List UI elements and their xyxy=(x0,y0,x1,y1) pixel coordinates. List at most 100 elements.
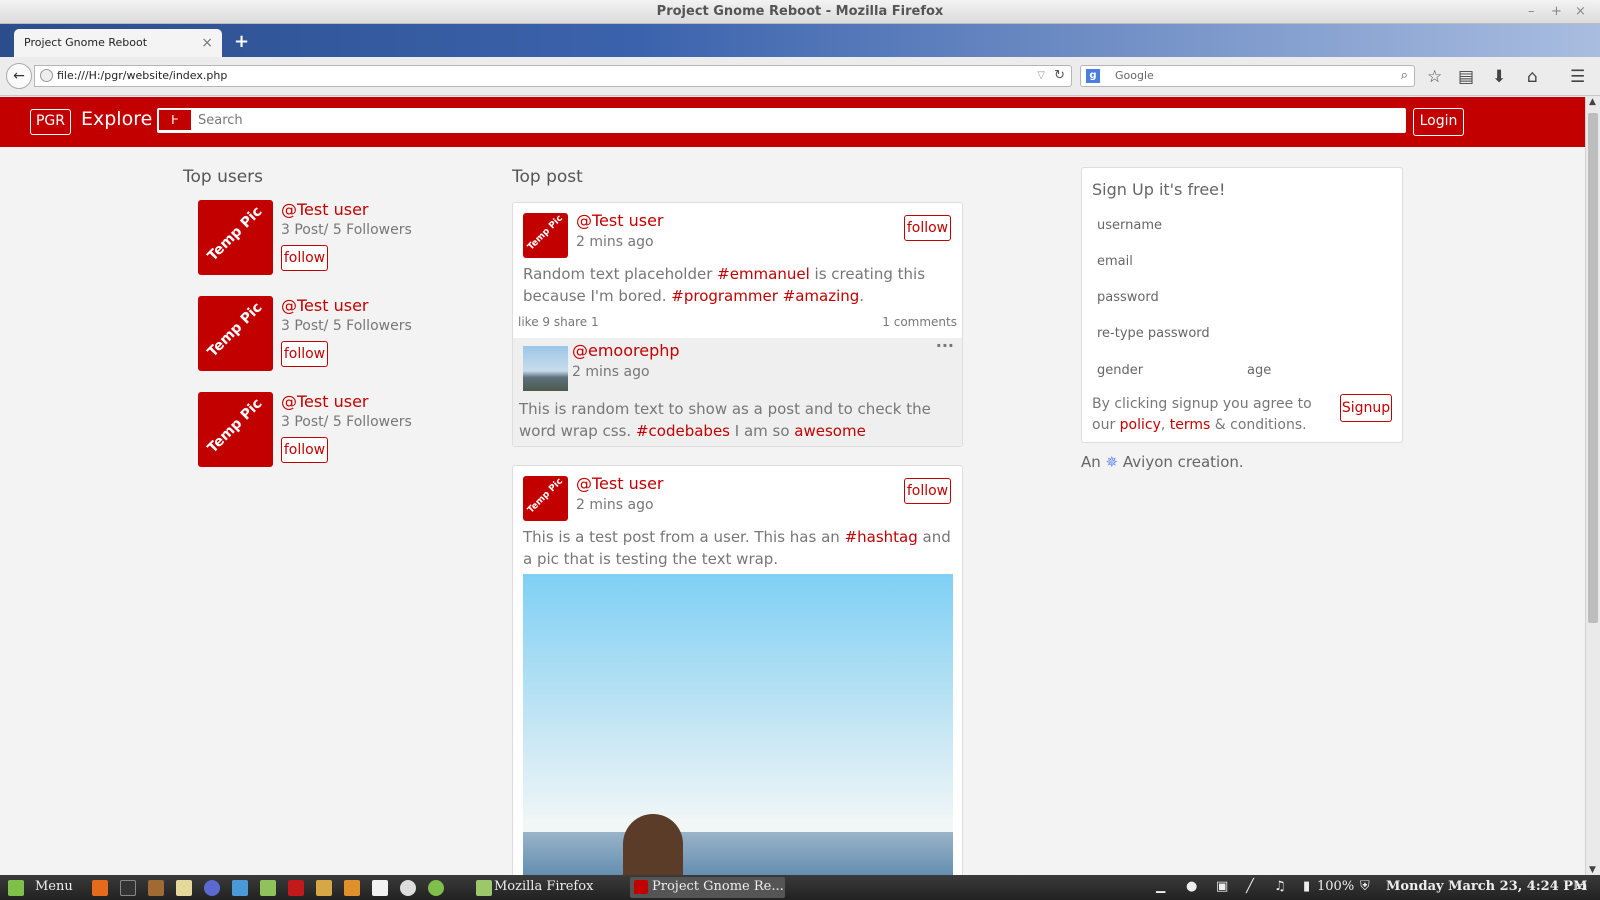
app-launcher-icon-2[interactable] xyxy=(428,880,444,896)
username-field[interactable]: username xyxy=(1097,218,1162,233)
site-search-input[interactable]: Ⱶ Search xyxy=(157,108,1406,133)
gender-field[interactable]: gender xyxy=(1097,363,1143,378)
clipboard-icon[interactable]: ▣ xyxy=(1216,879,1228,894)
folder-launcher-icon[interactable] xyxy=(260,880,276,896)
minimize-button[interactable]: – xyxy=(1528,0,1535,24)
follow-button[interactable]: follow xyxy=(904,478,951,504)
login-button[interactable]: Login xyxy=(1413,108,1464,136)
password-field[interactable]: password xyxy=(1097,290,1159,305)
aviyon-logo-icon: ✵ xyxy=(1105,453,1119,471)
post-actions: like 9 share 1 xyxy=(518,315,599,329)
user-icon[interactable]: ● xyxy=(1186,879,1197,894)
hashtag-link[interactable]: #codebabes xyxy=(636,422,730,440)
tab-close-icon[interactable]: × xyxy=(201,29,213,57)
post-author-link[interactable]: @Test user xyxy=(576,474,664,493)
post-time: 2 mins ago xyxy=(576,234,654,250)
comment-author-link[interactable]: @emoorephp xyxy=(572,341,680,360)
app-launcher-icon[interactable] xyxy=(232,880,248,896)
post-avatar[interactable]: Temp Pic xyxy=(523,213,568,258)
eclipse-launcher-icon[interactable] xyxy=(204,880,220,896)
taskbar-window-firefox[interactable]: Mozilla Firefox xyxy=(494,879,593,894)
mint-menu-icon[interactable] xyxy=(8,880,24,896)
like-button[interactable]: like xyxy=(518,315,539,329)
browser-search-bar[interactable]: g Google ⌕ xyxy=(1080,65,1415,87)
user-avatar[interactable]: Temp Pic xyxy=(198,200,273,275)
user-avatar[interactable]: Temp Pic xyxy=(198,296,273,371)
post-card: Temp Pic @Test user 2 mins ago follow Th… xyxy=(512,465,963,875)
like-count: 9 xyxy=(542,315,551,329)
scroll-up-arrow-icon[interactable]: ▲ xyxy=(1589,97,1596,107)
battery-icon[interactable]: ▮ xyxy=(1303,879,1310,894)
post-image[interactable] xyxy=(523,574,953,875)
notifications-icon[interactable]: ▭ xyxy=(1575,879,1587,894)
top-post-title: Top post xyxy=(512,167,583,187)
policy-link[interactable]: policy xyxy=(1120,417,1161,433)
window-title-bar: Project Gnome Reboot - Mozilla Firefox –… xyxy=(0,0,1600,24)
user-avatar[interactable]: Temp Pic xyxy=(198,392,273,467)
user-name-link[interactable]: @Test user xyxy=(281,200,369,219)
follow-button[interactable]: follow xyxy=(904,215,951,241)
site-logo[interactable]: PGR xyxy=(30,109,71,135)
terminal-launcher-icon[interactable] xyxy=(120,880,136,896)
close-window-button[interactable]: × xyxy=(1575,0,1586,24)
user-name-link[interactable]: @Test user xyxy=(281,296,369,315)
document-launcher-icon[interactable] xyxy=(372,880,388,896)
history-dropdown-icon[interactable]: ▽ xyxy=(1037,66,1045,86)
browser-tab[interactable]: Project Gnome Reboot × xyxy=(14,29,222,57)
update-shield-icon[interactable]: ⛨ xyxy=(1360,879,1370,894)
hashtag-link[interactable]: #amazing xyxy=(783,287,860,305)
taskbar-window-active[interactable]: Project Gnome Re... xyxy=(630,877,785,898)
top-users-title: Top users xyxy=(183,167,264,187)
follow-button[interactable]: follow xyxy=(281,437,328,463)
email-field[interactable]: email xyxy=(1097,254,1133,269)
highlight-link[interactable]: awesome xyxy=(794,422,866,440)
post-author-link[interactable]: @Test user xyxy=(576,211,664,230)
clock[interactable]: Monday March 23, 4:24 PM xyxy=(1386,879,1587,894)
hashtag-link[interactable]: #emmanuel xyxy=(717,265,810,283)
menu-icon[interactable]: ☰ xyxy=(1570,67,1585,87)
maximize-button[interactable]: + xyxy=(1551,0,1562,24)
scroll-down-arrow-icon[interactable]: ▼ xyxy=(1589,865,1596,875)
archive-launcher-icon[interactable] xyxy=(316,880,332,896)
home-icon[interactable]: ⌂ xyxy=(1527,67,1538,87)
back-button[interactable]: ← xyxy=(6,63,32,89)
follow-button[interactable]: follow xyxy=(281,341,328,367)
post-avatar[interactable]: Temp Pic xyxy=(523,476,568,521)
signup-button[interactable]: Signup xyxy=(1340,394,1392,422)
new-tab-button[interactable]: + xyxy=(234,31,249,52)
age-field[interactable]: age xyxy=(1247,363,1271,378)
firefox-launcher-icon[interactable] xyxy=(92,880,108,896)
scrollbar-thumb[interactable] xyxy=(1588,113,1598,623)
explore-link[interactable]: Explore xyxy=(81,108,152,130)
user-name-link[interactable]: @Test user xyxy=(281,392,369,411)
url-bar[interactable]: file:///H:/pgr/website/index.php ▽ ↻ xyxy=(34,65,1072,87)
bookmark-star-icon[interactable]: ☆ xyxy=(1427,67,1442,87)
volume-icon[interactable]: ♫ xyxy=(1274,879,1286,894)
follow-button[interactable]: follow xyxy=(281,245,328,271)
search-icon[interactable]: ⌕ xyxy=(1401,66,1408,86)
hashtag-link[interactable]: #hashtag xyxy=(845,528,918,546)
user-stats: 3 Post/ 5 Followers xyxy=(281,318,412,334)
files-launcher-icon[interactable] xyxy=(148,880,164,896)
share-button[interactable]: share xyxy=(554,315,587,329)
start-menu-button[interactable]: Menu xyxy=(35,879,73,894)
retype-password-field[interactable]: re-type password xyxy=(1097,326,1210,341)
downloads-icon[interactable]: ⬇ xyxy=(1492,67,1506,87)
tab-title: Project Gnome Reboot xyxy=(24,36,148,49)
comment-menu-icon[interactable]: ··· xyxy=(936,336,954,355)
show-desktop-icon[interactable]: ▁ xyxy=(1156,879,1165,893)
chrome-launcher-icon[interactable] xyxy=(400,880,416,896)
bookmarks-menu-icon[interactable]: ▤ xyxy=(1458,67,1474,87)
comments-link[interactable]: 1 comments xyxy=(882,315,957,329)
text-editor-launcher-icon[interactable] xyxy=(176,880,192,896)
terms-link[interactable]: terms xyxy=(1170,417,1211,433)
comment-text: This is random text to show as a post an… xyxy=(519,400,931,440)
network-icon[interactable]: ╱ xyxy=(1246,879,1254,894)
paint-launcher-icon[interactable] xyxy=(344,880,360,896)
hashtag-link[interactable]: #programmer xyxy=(671,287,778,305)
reload-icon[interactable]: ↻ xyxy=(1054,66,1065,86)
google-icon[interactable]: g xyxy=(1086,69,1100,83)
top-user-item: Temp Pic @Test user 3 Post/ 5 Followers … xyxy=(198,296,458,372)
filezilla-launcher-icon[interactable] xyxy=(288,880,304,896)
comment-avatar[interactable] xyxy=(523,346,568,391)
